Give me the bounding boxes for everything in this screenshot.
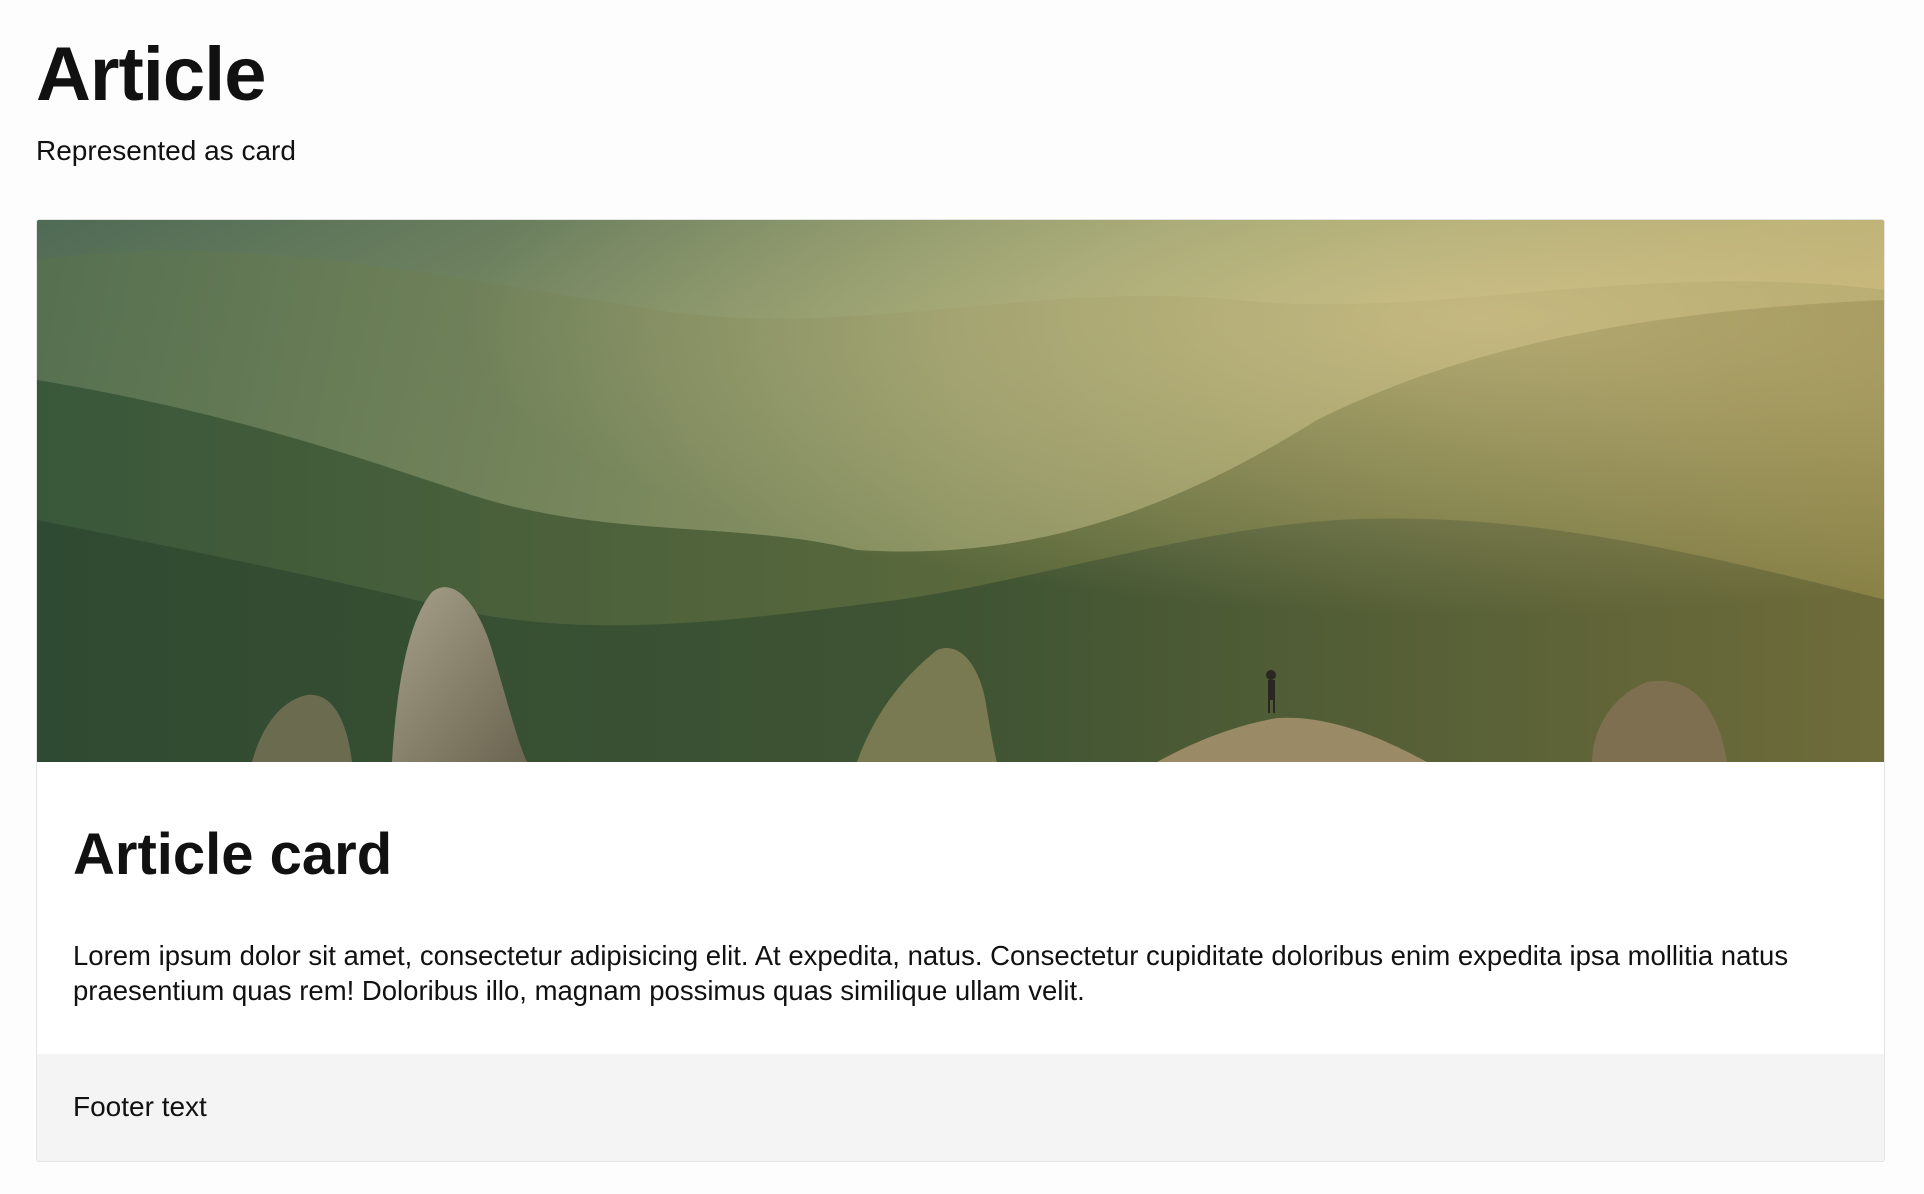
card-footer: Footer text [37, 1054, 1884, 1161]
page-title: Article [36, 32, 267, 117]
page: Article Represented as card Article card… [0, 0, 1924, 1194]
card-image [37, 220, 1884, 762]
card-body: Article card Lorem ipsum dolor sit amet,… [37, 762, 1884, 1054]
card-title: Article card [73, 822, 393, 887]
card-text: Lorem ipsum dolor sit amet, consectetur … [73, 940, 1789, 1006]
article-card: Article card Lorem ipsum dolor sit amet,… [36, 219, 1885, 1162]
card-footer-text: Footer text [73, 1091, 207, 1122]
page-subtitle: Represented as card [36, 135, 296, 166]
